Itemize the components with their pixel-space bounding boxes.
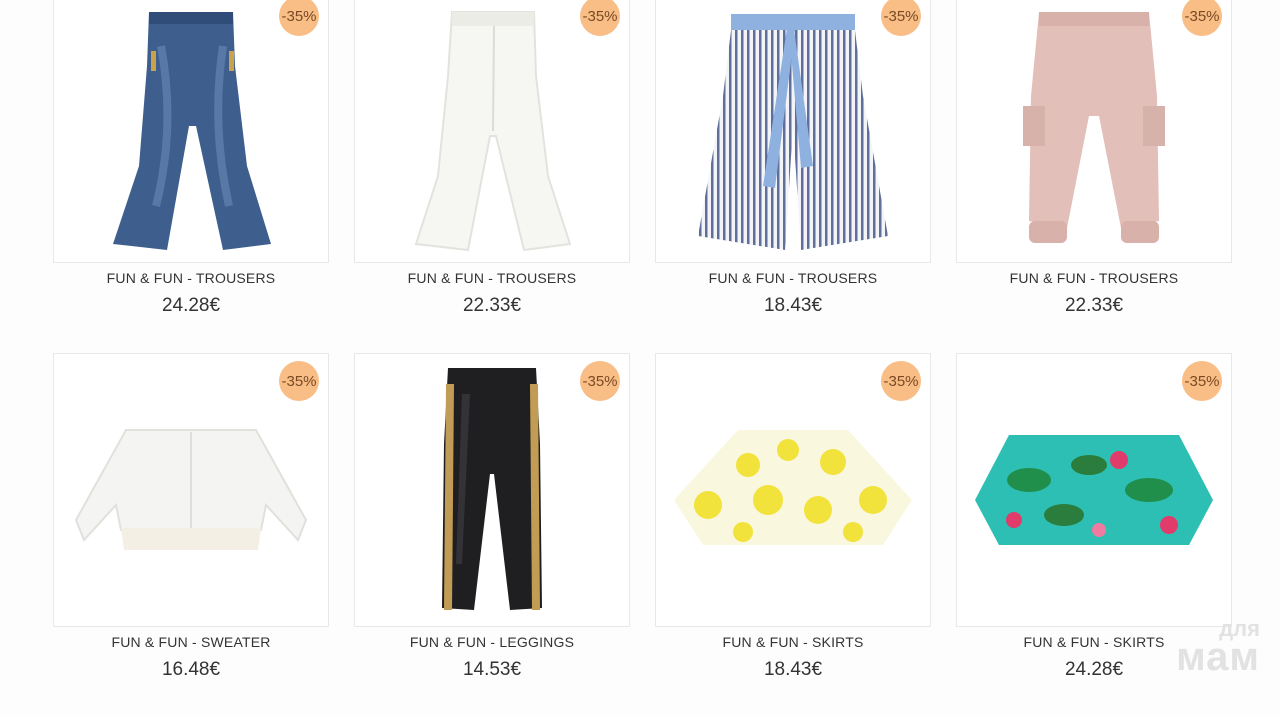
product-card[interactable]: -35% FUN & FUN - TROUSERS 22.33€ <box>354 0 630 353</box>
product-image-frame[interactable]: -35% <box>354 353 630 627</box>
product-card[interactable]: -35% FUN & FUN - SKIRTS 18.43€ <box>655 353 931 717</box>
discount-badge: -35% <box>279 361 319 401</box>
product-card[interactable]: -35% FUN & FUN - TROUSERS 18.43€ <box>655 0 931 353</box>
striped-culottes-image <box>698 14 888 250</box>
product-image-frame[interactable]: -35% <box>956 0 1232 263</box>
discount-badge: -35% <box>881 0 921 36</box>
discount-badge: -35% <box>1182 361 1222 401</box>
product-price: 22.33€ <box>462 295 522 316</box>
watermark-line2: мам <box>1176 635 1260 679</box>
product-card[interactable]: -35% FUN & FUN - SWEATER 16.48€ <box>53 353 329 717</box>
discount-badge: -35% <box>1182 0 1222 36</box>
discount-badge: -35% <box>580 361 620 401</box>
product-image-frame[interactable]: -35% <box>655 353 931 627</box>
product-price: 18.43€ <box>763 659 823 680</box>
leggings-image <box>442 368 542 610</box>
product-image-frame[interactable]: -35% <box>655 0 931 263</box>
discount-badge: -35% <box>279 0 319 36</box>
product-image-frame[interactable]: -35% <box>956 353 1232 627</box>
product-price: 16.48€ <box>161 659 221 680</box>
product-card[interactable]: -35% FUN & FUN - TROUSERS 22.33€ <box>956 0 1232 353</box>
product-name[interactable]: FUN & FUN - TROUSERS <box>354 270 630 286</box>
pink-joggers-image <box>1023 12 1165 243</box>
white-cardigan-image <box>74 429 308 550</box>
product-price: 14.53€ <box>462 659 522 680</box>
tropical-skirt-image <box>975 435 1213 545</box>
white-trousers-image <box>414 11 572 252</box>
product-price: 18.43€ <box>763 295 823 316</box>
jeans-image <box>113 12 271 250</box>
product-card[interactable]: -35% FUN & FUN - LEGGINGS 14.53€ <box>354 353 630 717</box>
product-grid: -35% FUN & FUN - TROUSERS 24.28€ -35% FU… <box>53 0 1232 717</box>
watermark-logo: для мам <box>1176 618 1260 679</box>
product-name[interactable]: FUN & FUN - LEGGINGS <box>354 634 630 650</box>
yellow-skirt-image <box>674 430 912 545</box>
product-image-frame[interactable]: -35% <box>354 0 630 263</box>
product-card[interactable]: -35% FUN & FUN - TROUSERS 24.28€ <box>53 0 329 353</box>
product-name[interactable]: FUN & FUN - TROUSERS <box>956 270 1232 286</box>
product-price: 22.33€ <box>1064 295 1124 316</box>
product-name[interactable]: FUN & FUN - SWEATER <box>53 634 329 650</box>
product-image-frame[interactable]: -35% <box>53 353 329 627</box>
product-name[interactable]: FUN & FUN - SKIRTS <box>655 634 931 650</box>
discount-badge: -35% <box>881 361 921 401</box>
discount-badge: -35% <box>580 0 620 36</box>
product-image-frame[interactable]: -35% <box>53 0 329 263</box>
product-name[interactable]: FUN & FUN - TROUSERS <box>655 270 931 286</box>
product-name[interactable]: FUN & FUN - TROUSERS <box>53 270 329 286</box>
product-price: 24.28€ <box>161 295 221 316</box>
